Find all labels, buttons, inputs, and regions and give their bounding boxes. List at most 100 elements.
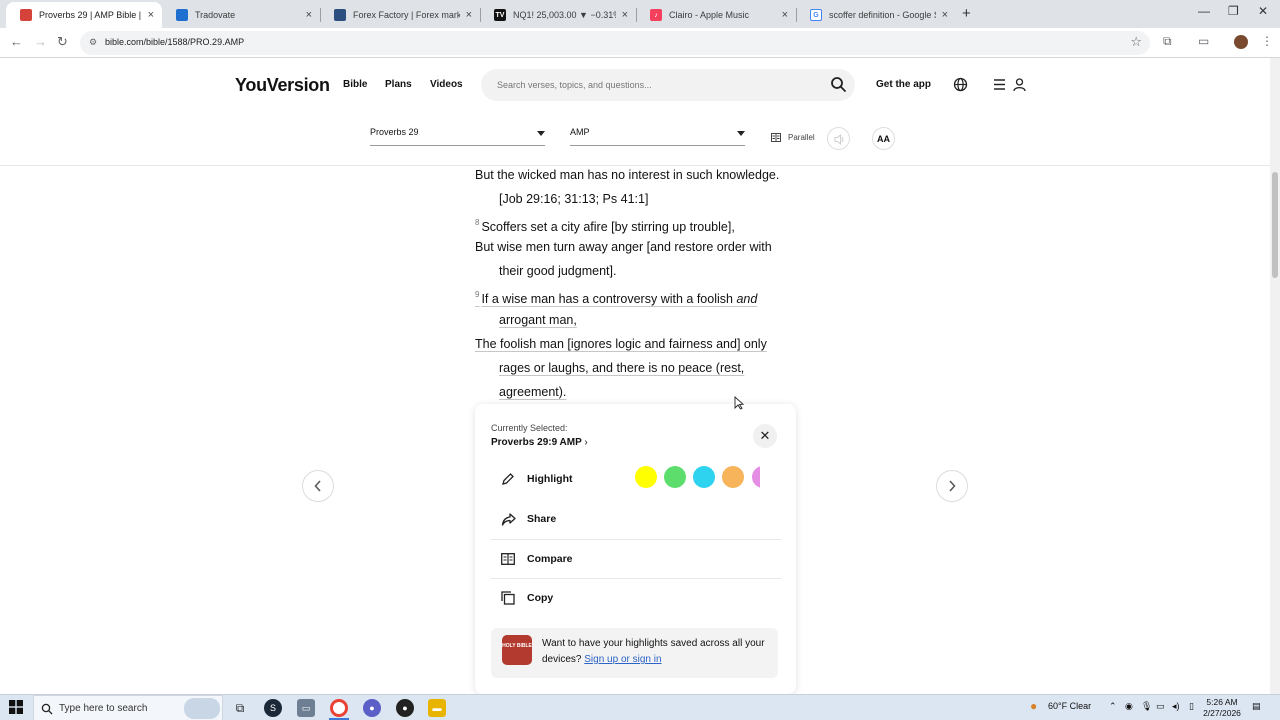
address-bar[interactable]: ⚙ bible.com/bible/1588/PRO.29.AMP ☆ <box>80 31 1150 55</box>
battery-icon[interactable]: ▯ <box>1189 701 1194 712</box>
new-tab-icon[interactable]: + <box>962 5 971 22</box>
get-the-app-link[interactable]: Get the app <box>876 79 931 90</box>
hamburger-menu-icon[interactable] <box>993 77 1006 97</box>
browser-tab-tradovate[interactable]: Tradovate × <box>162 2 320 28</box>
sign-up-or-sign-in-link[interactable]: Sign up or sign in <box>584 654 661 665</box>
browser-tab-google-search[interactable]: G scoffer definition - Google Sear × <box>796 2 956 28</box>
site-info-icon[interactable]: ⚙ <box>89 37 97 48</box>
browser-tab-tradingview[interactable]: TV NQ1! 25,003.00 ▼ −0.31% Unn × <box>480 2 636 28</box>
passage-line[interactable]: their good judgment]. <box>499 263 616 279</box>
bible-version-select[interactable]: AMP <box>570 126 745 146</box>
book-chapter-select[interactable]: Proverbs 29 <box>370 126 545 146</box>
minimize-window-icon[interactable]: — <box>1198 4 1210 18</box>
tradingview-favicon-icon: TV <box>494 9 506 21</box>
passage-line-selected[interactable]: arrogant man, <box>499 312 577 328</box>
nav-plans-link[interactable]: Plans <box>385 79 412 90</box>
cross-reference-line[interactable]: [Job 29:16; 31:13; Ps 41:1] <box>499 191 648 207</box>
steam-app-icon[interactable]: S <box>264 699 282 717</box>
passage-line-selected[interactable]: The foolish man [ignores logic and fairn… <box>475 336 767 352</box>
previous-chapter-button[interactable] <box>302 470 334 502</box>
browser-menu-icon[interactable]: ⋮ <box>1261 34 1273 48</box>
tab-close-icon[interactable]: × <box>942 9 948 21</box>
highlight-color-green[interactable] <box>664 466 686 488</box>
search-input[interactable]: Search verses, topics, and questions... <box>481 69 855 101</box>
verse-8-line[interactable]: 8 Scoffers set a city afire [by stirring … <box>475 215 735 235</box>
passage-line-selected[interactable]: agreement). <box>499 384 566 400</box>
taskbar-search-input[interactable]: Type here to search <box>33 695 223 720</box>
close-icon: ✕ <box>759 428 771 443</box>
recording-app-icon[interactable]: ● <box>396 699 414 717</box>
close-panel-button[interactable]: ✕ <box>753 424 777 448</box>
discord-app-icon[interactable]: ● <box>363 699 381 717</box>
highlight-color-orange[interactable] <box>722 466 744 488</box>
network-icon[interactable]: ▭ <box>1156 701 1165 712</box>
nav-videos-link[interactable]: Videos <box>430 79 463 90</box>
browser-profile-avatar[interactable] <box>1234 35 1248 49</box>
tab-close-icon[interactable]: × <box>782 9 788 21</box>
speaker-icon <box>834 133 844 146</box>
mouse-cursor-icon <box>734 395 745 413</box>
folder-app-icon[interactable]: ▬ <box>428 699 446 717</box>
tray-chevron-up-icon[interactable]: ⌃ <box>1109 701 1117 712</box>
globe-icon[interactable] <box>953 77 968 97</box>
browser-tab-youversion[interactable]: Proverbs 29 | AMP Bible | YouVe × <box>6 2 162 28</box>
restore-window-icon[interactable]: ❐ <box>1228 4 1239 18</box>
promo-message: Want to have your highlights saved acros… <box>542 636 767 668</box>
share-action[interactable]: Share <box>491 500 781 538</box>
highlight-color-yellow[interactable] <box>635 466 657 488</box>
verse-text: If a wise man has a controversy with a f… <box>481 292 737 306</box>
highlight-color-blue[interactable] <box>693 466 715 488</box>
extensions-icon[interactable]: ⧉ <box>1163 34 1172 49</box>
youversion-logo[interactable]: YouVersion <box>235 75 330 96</box>
tab-close-icon[interactable]: × <box>148 9 154 21</box>
reload-icon[interactable]: ↻ <box>57 34 68 50</box>
search-placeholder: Search verses, topics, and questions... <box>497 80 652 90</box>
notifications-icon[interactable]: ▤ <box>1252 701 1261 712</box>
tab-close-icon[interactable]: × <box>466 9 472 21</box>
page-scrollbar-track[interactable] <box>1270 58 1280 694</box>
close-window-icon[interactable]: ✕ <box>1258 4 1268 18</box>
tab-title: Clairo - Apple Music <box>669 10 750 20</box>
browser-tab-strip: Proverbs 29 | AMP Bible | YouVe × Tradov… <box>0 0 1280 28</box>
verse-number: 9 <box>475 290 480 299</box>
passage-line[interactable]: But wise men turn away anger [and restor… <box>475 239 772 255</box>
file-explorer-app-icon[interactable]: ▭ <box>297 699 315 717</box>
tab-close-icon[interactable]: × <box>622 9 628 21</box>
search-icon[interactable] <box>830 76 847 98</box>
tab-title: Forex Factory | Forex markets fo <box>353 10 460 20</box>
nav-bible-link[interactable]: Bible <box>343 79 367 90</box>
verse-9-line-selected[interactable]: 9 If a wise man has a controversy with a … <box>475 287 757 307</box>
chevron-right-icon <box>949 480 956 492</box>
forward-icon[interactable]: → <box>34 34 47 49</box>
back-icon[interactable]: ← <box>10 34 23 49</box>
passage-line[interactable]: But the wicked man has no interest in su… <box>475 167 779 183</box>
microphone-icon[interactable]: 🎙 <box>1141 701 1152 712</box>
compare-action[interactable]: Compare <box>491 540 781 578</box>
passage-line-selected[interactable]: rages or laughs, and there is no peace (… <box>499 360 744 376</box>
parallel-label: Parallel <box>788 133 815 142</box>
tab-close-icon[interactable]: × <box>306 9 312 21</box>
side-panel-icon[interactable]: ▭ <box>1198 34 1209 48</box>
font-settings-button[interactable]: AA <box>872 127 895 150</box>
chrome-app-icon[interactable] <box>330 699 348 717</box>
system-clock[interactable]: 5:26 AM 2/27/2026 <box>1202 697 1242 719</box>
next-chapter-button[interactable] <box>936 470 968 502</box>
page-scrollbar-thumb[interactable] <box>1272 172 1278 278</box>
bookmark-star-icon[interactable]: ☆ <box>1130 34 1142 50</box>
clock-time: 5:26 AM <box>1206 697 1238 707</box>
weather-text[interactable]: 60°F Clear <box>1048 701 1091 711</box>
copy-action[interactable]: Copy <box>491 579 781 617</box>
selected-verse-reference[interactable]: Proverbs 29:9 AMP › <box>491 437 588 448</box>
browser-tab-apple-music[interactable]: ♪ Clairo - Apple Music × <box>636 2 796 28</box>
user-account-icon[interactable] <box>1012 77 1027 97</box>
tray-record-icon[interactable]: ◉ <box>1125 701 1133 712</box>
audio-button[interactable] <box>827 127 850 150</box>
highlight-color-pink[interactable] <box>752 466 760 488</box>
volume-icon[interactable]: ◂) <box>1172 701 1180 712</box>
windows-start-icon[interactable] <box>9 700 23 719</box>
forex-factory-favicon-icon <box>334 9 346 21</box>
parallel-toggle[interactable]: Parallel <box>771 133 815 142</box>
pencil-icon <box>501 472 521 486</box>
task-view-icon[interactable]: ⧉ <box>231 699 249 717</box>
browser-tab-forex-factory[interactable]: Forex Factory | Forex markets fo × <box>320 2 480 28</box>
